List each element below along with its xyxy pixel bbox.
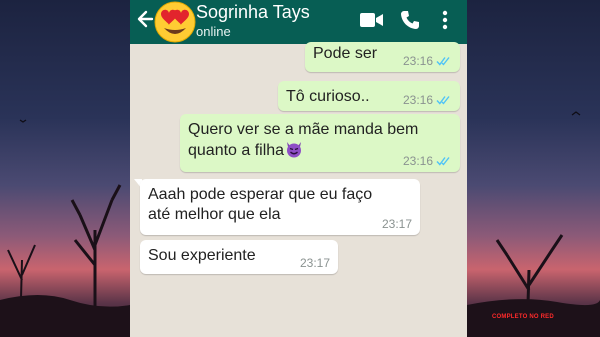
message-meta: 23:16: [403, 154, 452, 168]
message-incoming[interactable]: Sou experiente 23:17: [140, 240, 338, 274]
message-text: Aaah pode esperar que eu faço até melhor…: [148, 186, 373, 223]
chat-header: Sogrinha Tays online: [130, 0, 467, 44]
contact-name[interactable]: Sogrinha Tays: [196, 2, 310, 23]
message-outgoing[interactable]: Tô curioso.. 23:16: [278, 81, 460, 111]
background-right: [467, 0, 600, 337]
message-meta: 23:17: [300, 256, 330, 270]
bare-trees-left: [0, 119, 130, 337]
smiling-imp-emoji-icon: [287, 142, 302, 158]
double-check-icon: [436, 57, 450, 66]
watermark: COMPLETO NO RED: [492, 314, 554, 320]
message-time: 23:16: [402, 54, 433, 68]
message-meta: 23:16: [403, 93, 452, 107]
video-camera-icon[interactable]: [360, 12, 384, 28]
phone-icon[interactable]: [400, 10, 420, 30]
message-text-content: Quero ver se a mãe manda bem quanto a fi…: [188, 121, 419, 159]
heart-eyes-emoji-icon[interactable]: [152, 0, 198, 44]
bare-trees-right: [467, 111, 600, 337]
message-time: 23:16: [402, 154, 433, 168]
double-check-icon: [436, 96, 450, 105]
message-time: 23:16: [402, 93, 433, 107]
message-incoming[interactable]: Aaah pode esperar que eu faço até melhor…: [140, 179, 420, 235]
background-left: [0, 0, 130, 337]
message-meta: 23:17: [382, 217, 412, 231]
message-meta: 23:16: [403, 54, 452, 68]
message-time: 23:17: [381, 217, 412, 231]
double-check-icon: [436, 157, 450, 166]
more-vertical-icon[interactable]: [442, 10, 448, 30]
chat-screen: Sogrinha Tays online Pode ser 23:16 Tô c…: [130, 0, 467, 337]
message-time: 23:17: [299, 256, 330, 270]
message-outgoing[interactable]: Pode ser 23:16: [305, 42, 460, 72]
message-outgoing[interactable]: Quero ver se a mãe manda bem quanto a fi…: [180, 114, 460, 172]
contact-status: online: [196, 24, 231, 39]
